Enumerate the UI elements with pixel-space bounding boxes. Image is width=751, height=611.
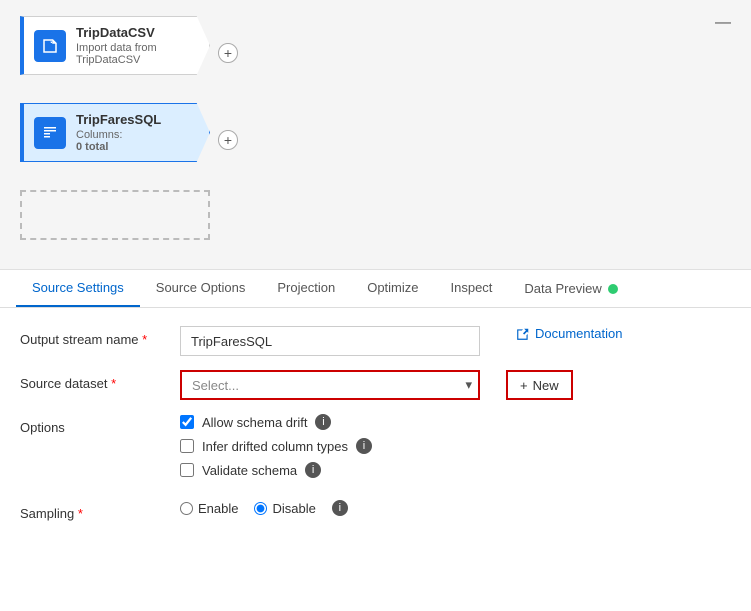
tabs-bar: Source Settings Source Options Projectio…	[0, 270, 751, 308]
sampling-field: Enable Disable i	[180, 500, 480, 516]
settings-panel: Output stream name * Documentation Sourc…	[0, 308, 751, 553]
node-trip-data-csv[interactable]: TripDataCSV Import data from TripDataCSV	[20, 16, 210, 75]
sampling-disable-radio[interactable]	[254, 502, 267, 515]
output-stream-name-field	[180, 326, 480, 356]
data-preview-status-dot	[608, 284, 618, 294]
external-link-icon	[516, 327, 530, 341]
validate-schema-checkbox[interactable]	[180, 463, 194, 477]
sampling-enable-radio[interactable]	[180, 502, 193, 515]
options-label: Options	[20, 414, 180, 435]
tab-projection[interactable]: Projection	[261, 270, 351, 307]
node-trip-fares-sql[interactable]: TripFaresSQL Columns: 0 total	[20, 103, 210, 162]
node-title-sql: TripFaresSQL	[76, 112, 199, 127]
required-star-dataset: *	[111, 376, 116, 391]
options-field: Allow schema drift i Infer drifted colum…	[180, 414, 480, 486]
plus-icon: +	[520, 378, 528, 393]
node-icon-csv	[34, 30, 66, 62]
sampling-enable-label: Enable	[198, 501, 238, 516]
node-subtitle-sql: Columns: 0 total	[76, 129, 199, 153]
sampling-row: Sampling * Enable Disable i	[20, 500, 731, 521]
node-info-csv: TripDataCSV Import data from TripDataCSV	[76, 25, 199, 66]
required-star-sampling: *	[78, 506, 83, 521]
sampling-info-icon[interactable]: i	[332, 500, 348, 516]
output-stream-name-row: Output stream name * Documentation	[20, 326, 731, 356]
node-info-sql: TripFaresSQL Columns: 0 total	[76, 112, 199, 153]
new-dataset-button[interactable]: + New	[506, 370, 573, 400]
allow-schema-drift-info-icon[interactable]: i	[315, 414, 331, 430]
source-dataset-field: Select... ▾	[180, 370, 480, 400]
source-dataset-row: Source dataset * Select... ▾ + New	[20, 370, 731, 400]
options-row: Options Allow schema drift i Infer drift…	[20, 414, 731, 486]
output-stream-name-input[interactable]	[180, 326, 480, 356]
infer-drifted-label: Infer drifted column types	[202, 439, 348, 454]
canvas-area: TripDataCSV Import data from TripDataCSV…	[0, 0, 751, 270]
allow-schema-drift-checkbox[interactable]	[180, 415, 194, 429]
validate-schema-info-icon[interactable]: i	[305, 462, 321, 478]
output-stream-name-label: Output stream name *	[20, 326, 180, 347]
source-dataset-select[interactable]: Select...	[180, 370, 480, 400]
tab-source-settings[interactable]: Source Settings	[16, 270, 140, 307]
tab-optimize[interactable]: Optimize	[351, 270, 434, 307]
source-dataset-label: Source dataset *	[20, 370, 180, 391]
new-btn-area: + New	[496, 370, 573, 400]
sampling-label: Sampling *	[20, 500, 180, 521]
validate-schema-label: Validate schema	[202, 463, 297, 478]
sampling-disable-option: Disable	[254, 501, 315, 516]
node-title-csv: TripDataCSV	[76, 25, 199, 40]
allow-schema-drift-row: Allow schema drift i	[180, 414, 480, 430]
placeholder-node	[20, 190, 210, 240]
node-subtitle-csv: Import data from TripDataCSV	[76, 42, 199, 66]
sampling-radio-group: Enable Disable i	[180, 500, 480, 516]
required-star-name: *	[142, 332, 147, 347]
sampling-enable-option: Enable	[180, 501, 238, 516]
allow-schema-drift-label: Allow schema drift	[202, 415, 307, 430]
validate-schema-row: Validate schema i	[180, 462, 480, 478]
minimize-button[interactable]: —	[715, 14, 731, 32]
tab-data-preview[interactable]: Data Preview	[508, 270, 633, 307]
node-icon-sql	[34, 117, 66, 149]
tab-source-options[interactable]: Source Options	[140, 270, 262, 307]
documentation-link[interactable]: Documentation	[516, 326, 622, 341]
sampling-disable-label: Disable	[272, 501, 315, 516]
source-dataset-select-wrapper: Select... ▾	[180, 370, 480, 400]
add-node-btn-csv[interactable]: +	[218, 43, 238, 63]
infer-drifted-checkbox[interactable]	[180, 439, 194, 453]
infer-drifted-row: Infer drifted column types i	[180, 438, 480, 454]
doc-link-area: Documentation	[496, 326, 622, 341]
tab-inspect[interactable]: Inspect	[435, 270, 509, 307]
add-node-btn-sql[interactable]: +	[218, 130, 238, 150]
infer-drifted-info-icon[interactable]: i	[356, 438, 372, 454]
